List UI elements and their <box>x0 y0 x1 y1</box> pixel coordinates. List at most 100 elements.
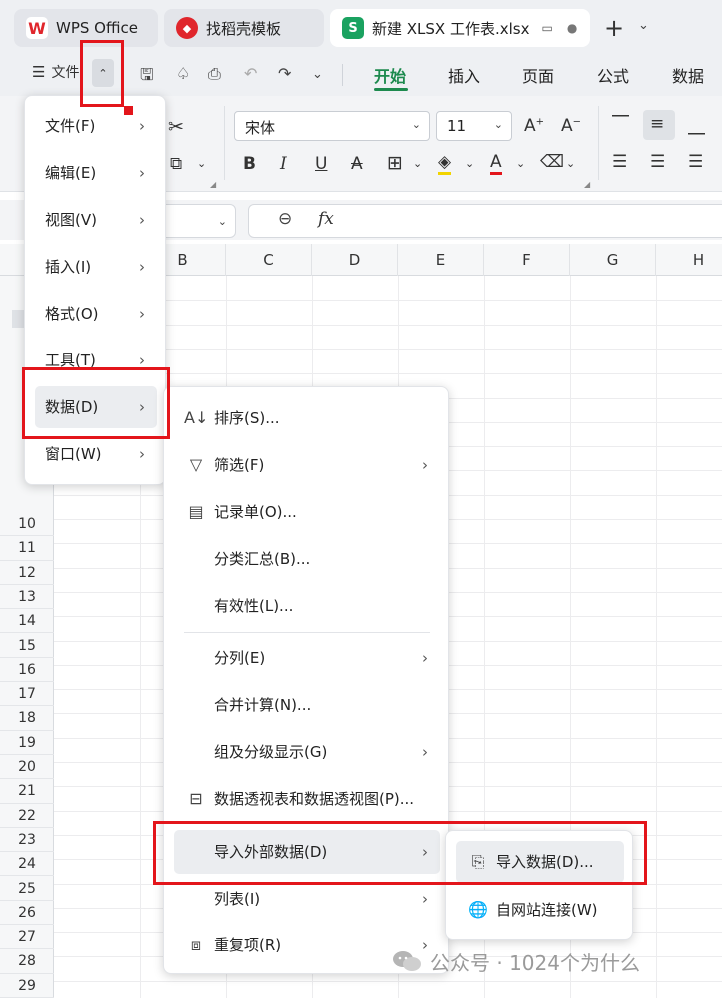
font-color-chevron-icon[interactable]: ⌄ <box>516 157 525 170</box>
row-header[interactable]: 23 <box>0 828 54 853</box>
tab-home[interactable]: 开始 <box>374 63 406 87</box>
insert-function-icon[interactable]: fx <box>318 209 334 229</box>
column-header[interactable]: D <box>312 244 398 276</box>
format-painter-icon[interactable]: ⧉ <box>170 154 182 174</box>
more-chevron-down-icon[interactable]: ⌄ <box>312 67 323 82</box>
row-header[interactable]: 15 <box>0 634 54 658</box>
data-menu-item-consolidate[interactable]: 合并计算(N)... <box>174 683 440 727</box>
main-menu-item-window[interactable]: 窗口(W) › <box>35 433 157 475</box>
row-header[interactable]: 16 <box>0 658 54 683</box>
main-menu-item-insert[interactable]: 插入(I) › <box>35 246 157 288</box>
row-header[interactable]: 28 <box>0 949 54 974</box>
data-menu-item-sort[interactable]: A↓ 排序(S)... <box>174 396 440 440</box>
border-chevron-icon[interactable]: ⌄ <box>413 157 422 170</box>
data-menu-item-validation[interactable]: 有效性(L)... <box>174 584 440 628</box>
monitor-icon[interactable]: ▭ <box>541 21 552 35</box>
unsaved-dot-icon[interactable]: ● <box>567 21 577 35</box>
row-header[interactable]: 21 <box>0 779 54 804</box>
align-right-icon[interactable]: ☰ <box>688 152 703 172</box>
tab-formula[interactable]: 公式 <box>597 63 629 87</box>
row-header[interactable]: 20 <box>0 755 54 780</box>
row-header[interactable]: 11 <box>0 536 54 561</box>
web-connection-item[interactable]: 🌐 自网站连接(W) <box>456 889 624 931</box>
column-header[interactable]: C <box>226 244 312 276</box>
align-center-icon[interactable]: ☰ <box>650 152 665 172</box>
file-menu-button[interactable]: ☰ 文件 <box>32 62 79 82</box>
column-header[interactable]: E <box>398 244 484 276</box>
align-bottom-icon[interactable]: ⎽ <box>688 116 705 136</box>
row-header[interactable]: 13 <box>0 585 54 610</box>
clear-format-eraser-icon[interactable]: ⌫ <box>540 152 564 172</box>
align-middle-icon[interactable]: ≡ <box>650 114 664 134</box>
chevron-right-icon: › <box>139 258 145 276</box>
column-header[interactable]: F <box>484 244 570 276</box>
row-header[interactable]: 26 <box>0 901 54 926</box>
data-menu-item-record-form[interactable]: ▤ 记录单(O)... <box>174 490 440 534</box>
row-header[interactable]: 17 <box>0 682 54 707</box>
font-size-select[interactable]: 11 ⌄ <box>436 111 512 141</box>
chevron-up-icon[interactable]: ⌃ <box>92 59 114 87</box>
font-color-icon[interactable]: A <box>490 152 502 175</box>
row-header[interactable]: 18 <box>0 706 54 731</box>
main-menu-item-view[interactable]: 视图(V) › <box>35 199 157 241</box>
row-header[interactable]: 19 <box>0 731 54 755</box>
data-menu-item-filter[interactable]: ▽ 筛选(F) › <box>174 443 440 487</box>
border-icon[interactable]: ⊞ <box>387 152 403 174</box>
row-header[interactable]: 27 <box>0 925 54 950</box>
tab-insert[interactable]: 插入 <box>448 63 480 87</box>
row-header[interactable]: 29 <box>0 974 54 998</box>
align-top-icon[interactable]: ⎺ <box>612 114 629 134</box>
undo-icon[interactable]: ↶ <box>244 64 257 83</box>
ribbon-group-divider <box>598 106 599 180</box>
row-header[interactable]: 22 <box>0 804 54 828</box>
tab-template[interactable]: ◆ 找稻壳模板 <box>164 9 324 47</box>
paste-options-chevron-icon[interactable]: ⌄ <box>197 157 206 170</box>
tab-wps-office[interactable]: W WPS Office <box>14 9 158 47</box>
cut-icon[interactable]: ✂ <box>168 116 184 138</box>
import-data-item[interactable]: ⎘ 导入数据(D)... <box>456 841 624 883</box>
data-menu-item-subtotal[interactable]: 分类汇总(B)... <box>174 537 440 581</box>
output-icon[interactable]: ♤ <box>176 64 190 83</box>
main-menu-item-file[interactable]: 文件(F) › <box>35 105 157 147</box>
data-menu-item-text-to-columns[interactable]: 分列(E) › <box>174 636 440 680</box>
row-header[interactable]: 10 <box>0 512 54 537</box>
align-left-icon[interactable]: ☰ <box>612 152 627 172</box>
italic-button[interactable]: I <box>280 154 287 174</box>
main-menu-item-format[interactable]: 格式(O) › <box>35 293 157 335</box>
strikethrough-button[interactable]: A <box>351 154 363 174</box>
chevron-right-icon: › <box>422 456 428 474</box>
data-menu-item-pivot-table[interactable]: ⊟ 数据透视表和数据透视图(P)... <box>174 777 440 821</box>
main-menu-item-data[interactable]: 数据(D) › <box>35 386 157 428</box>
grid-column-line <box>656 276 657 998</box>
new-tab-plus-icon[interactable]: + <box>604 14 624 42</box>
tab-page[interactable]: 页面 <box>522 63 554 87</box>
decrease-font-icon[interactable]: A− <box>561 116 581 136</box>
fill-color-icon[interactable]: ◈ <box>438 152 452 175</box>
main-menu-item-tools[interactable]: 工具(T) › <box>35 339 157 381</box>
redo-icon[interactable]: ↷ <box>278 64 291 83</box>
column-header[interactable]: G <box>570 244 656 276</box>
row-header[interactable]: 25 <box>0 877 54 901</box>
underline-button[interactable]: U <box>315 154 327 174</box>
row-header[interactable]: 24 <box>0 852 54 877</box>
row-header[interactable]: 12 <box>0 561 54 585</box>
bold-button[interactable]: B <box>243 154 256 174</box>
zoom-search-icon[interactable]: ⊖ <box>278 209 292 229</box>
data-menu-item-group-outline[interactable]: 组及分级显示(G) › <box>174 730 440 774</box>
row-header[interactable]: 14 <box>0 609 54 634</box>
data-menu-item-import-external[interactable]: 导入外部数据(D) › <box>174 830 440 874</box>
increase-font-icon[interactable]: A+ <box>524 116 544 136</box>
print-preview-icon[interactable]: ⎙ <box>208 64 221 84</box>
column-header[interactable]: H <box>656 244 722 276</box>
font-name-select[interactable]: 宋体 ⌄ <box>234 111 430 141</box>
clipboard-dialog-launcher-icon[interactable]: ◢ <box>210 180 216 189</box>
tab-list-chevron-down-icon[interactable]: ⌄ <box>638 18 649 33</box>
data-menu-item-list[interactable]: 列表(I) › <box>174 877 440 921</box>
fill-color-chevron-icon[interactable]: ⌄ <box>465 157 474 170</box>
main-menu-item-edit[interactable]: 编辑(E) › <box>35 152 157 194</box>
tab-document[interactable]: S 新建 XLSX 工作表.xlsx ▭ ● <box>330 9 590 47</box>
font-dialog-launcher-icon[interactable]: ◢ <box>584 180 590 189</box>
clear-chevron-icon[interactable]: ⌄ <box>566 157 575 170</box>
tab-data[interactable]: 数据 <box>672 63 704 87</box>
save-icon[interactable]: 🖫 <box>140 64 154 91</box>
